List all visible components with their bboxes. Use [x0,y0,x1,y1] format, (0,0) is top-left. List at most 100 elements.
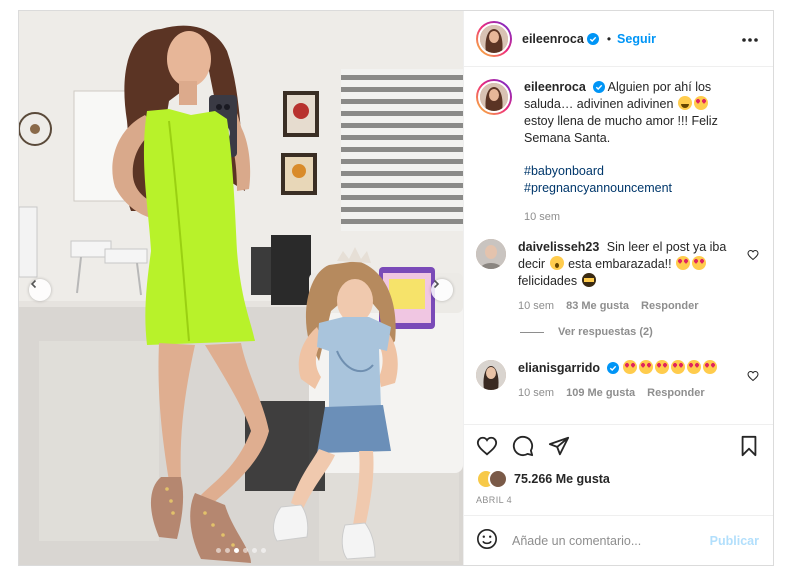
avatar-image [478,22,510,55]
like-comment-button[interactable] [747,249,759,264]
separator-dot: • [606,31,612,46]
verified-badge-icon [606,362,619,374]
comment-likes[interactable]: 83 Me gusta [566,300,629,312]
post-photo[interactable] [19,11,463,565]
heart-eyes-emoji-icon [687,360,702,374]
comment-item: elianisgarrido 10 sem 109 Me gusta Respo… [476,360,759,399]
carousel-dot [225,548,230,553]
carousel-dot [243,548,248,553]
liker-avatars [476,469,508,489]
commenter-avatar[interactable] [476,360,506,390]
avatar-portrait [476,360,506,390]
comment-likes[interactable]: 109 Me gusta [566,387,635,399]
comment-body: elianisgarrido 10 sem 109 Me gusta Respo… [518,360,759,399]
caption-body: eileenroca Alguien por ahí los saluda… a… [524,79,759,223]
like-button[interactable] [476,435,498,457]
avatar-portrait [476,239,506,269]
photo-illustration [19,11,463,565]
caption-username[interactable]: eileenroca [524,80,586,94]
comment-time: 10 sem [518,300,555,312]
carousel-dot [216,548,221,553]
author-avatar[interactable] [476,20,512,57]
astonished-emoji-icon [549,256,564,270]
emoji-picker-button[interactable] [476,528,498,553]
comment-text-3: felicidades [518,274,578,288]
next-photo-button[interactable] [431,279,453,301]
view-replies-button[interactable]: Ver respuestas (2) [520,326,759,338]
likes-count: 75.266 Me gusta [514,472,610,486]
comment-item: daivelisseh23 Sin leer el post ya iba de… [476,239,759,312]
heart-eyes-emoji-icon [676,256,691,270]
comment-meta: 10 sem 83 Me gusta Responder [518,300,737,312]
more-options-button[interactable] [741,30,759,48]
caption-meta: 10 sem [524,211,737,223]
post-header: eileenroca • Seguir [464,11,773,67]
smiley-icon [477,529,497,549]
likes-summary[interactable]: 75.266 Me gusta [476,469,759,489]
avatar-portrait [480,83,508,111]
post-sidebar: eileenroca • Seguir eileenroca Alguien p… [463,11,773,565]
bookmark-icon [741,435,757,457]
author-username[interactable]: eileenroca [522,32,584,46]
heart-icon [747,249,759,261]
paper-plane-icon [548,436,570,456]
post-dialog: eileenroca • Seguir eileenroca Alguien p… [18,10,774,566]
carousel-indicator [19,548,463,553]
chevron-left-icon [30,279,37,289]
comment-text-2: esta embarazada!! [568,257,672,271]
follow-button[interactable]: Seguir [617,32,656,46]
hashtag-pregnancyannouncement[interactable]: #pregnancyannouncement [524,180,737,197]
heart-eyes-emoji-icon [655,360,670,374]
comment-username[interactable]: elianisgarrido [518,361,600,375]
post-date[interactable]: ABRIL 4 [476,495,759,515]
caption-line-2: estoy llena de mucho amor !!! Feliz Sema… [524,114,718,145]
heart-icon [476,436,498,456]
comment-time: 10 sem [518,387,555,399]
caption: eileenroca Alguien por ahí los saluda… a… [476,79,759,223]
carousel-dot [261,548,266,553]
reply-button[interactable]: Responder [647,387,704,399]
verified-badge-icon [586,32,599,45]
view-replies-label: Ver respuestas (2) [558,326,653,338]
commenter-avatar[interactable] [476,239,506,269]
avatar-image [476,239,506,269]
heart-eyes-emoji-icon [703,360,718,374]
carousel-dot [252,548,257,553]
avatar-portrait [480,24,508,53]
liker-avatar [488,469,508,489]
like-comment-button[interactable] [747,370,759,385]
hashtag-babyonboard[interactable]: #babyonboard [524,163,737,180]
heart-eyes-emoji-icon [692,256,707,270]
laughing-emoji-icon [677,96,692,110]
heart-eyes-emoji-icon [639,360,654,374]
comment-meta: 10 sem 109 Me gusta Responder [518,387,737,399]
comments-list: eileenroca Alguien por ahí los saluda… a… [464,67,773,424]
caption-avatar[interactable] [476,79,512,115]
carousel-dot [234,548,239,553]
bee-emoji-icon [581,273,596,287]
chevron-right-icon [433,279,440,289]
comment-username[interactable]: daivelisseh23 [518,240,599,254]
comment-body: daivelisseh23 Sin leer el post ya iba de… [518,239,759,312]
comment-button[interactable] [512,435,534,457]
comment-composer: Publicar [464,515,773,565]
heart-eyes-emoji-icon [671,360,686,374]
save-button[interactable] [739,435,759,457]
share-button[interactable] [548,435,570,457]
previous-photo-button[interactable] [29,279,51,301]
reply-button[interactable]: Responder [641,300,698,312]
comment-input[interactable] [512,533,710,548]
publish-button[interactable]: Publicar [710,534,759,548]
comment-text: daivelisseh23 Sin leer el post ya iba de… [518,239,737,290]
heart-eyes-emoji-icon [693,96,708,110]
avatar-image [478,81,510,113]
more-horizontal-icon [742,37,758,42]
verified-badge-icon [592,81,605,93]
avatar-image [476,360,506,390]
comment-text: elianisgarrido [518,360,737,377]
replies-divider [520,331,544,333]
post-actions: 75.266 Me gusta ABRIL 4 [464,424,773,515]
heart-icon [747,370,759,382]
hashtags: #babyonboard #pregnancyannouncement [524,163,737,197]
caption-text: eileenroca Alguien por ahí los saluda… a… [524,79,737,147]
